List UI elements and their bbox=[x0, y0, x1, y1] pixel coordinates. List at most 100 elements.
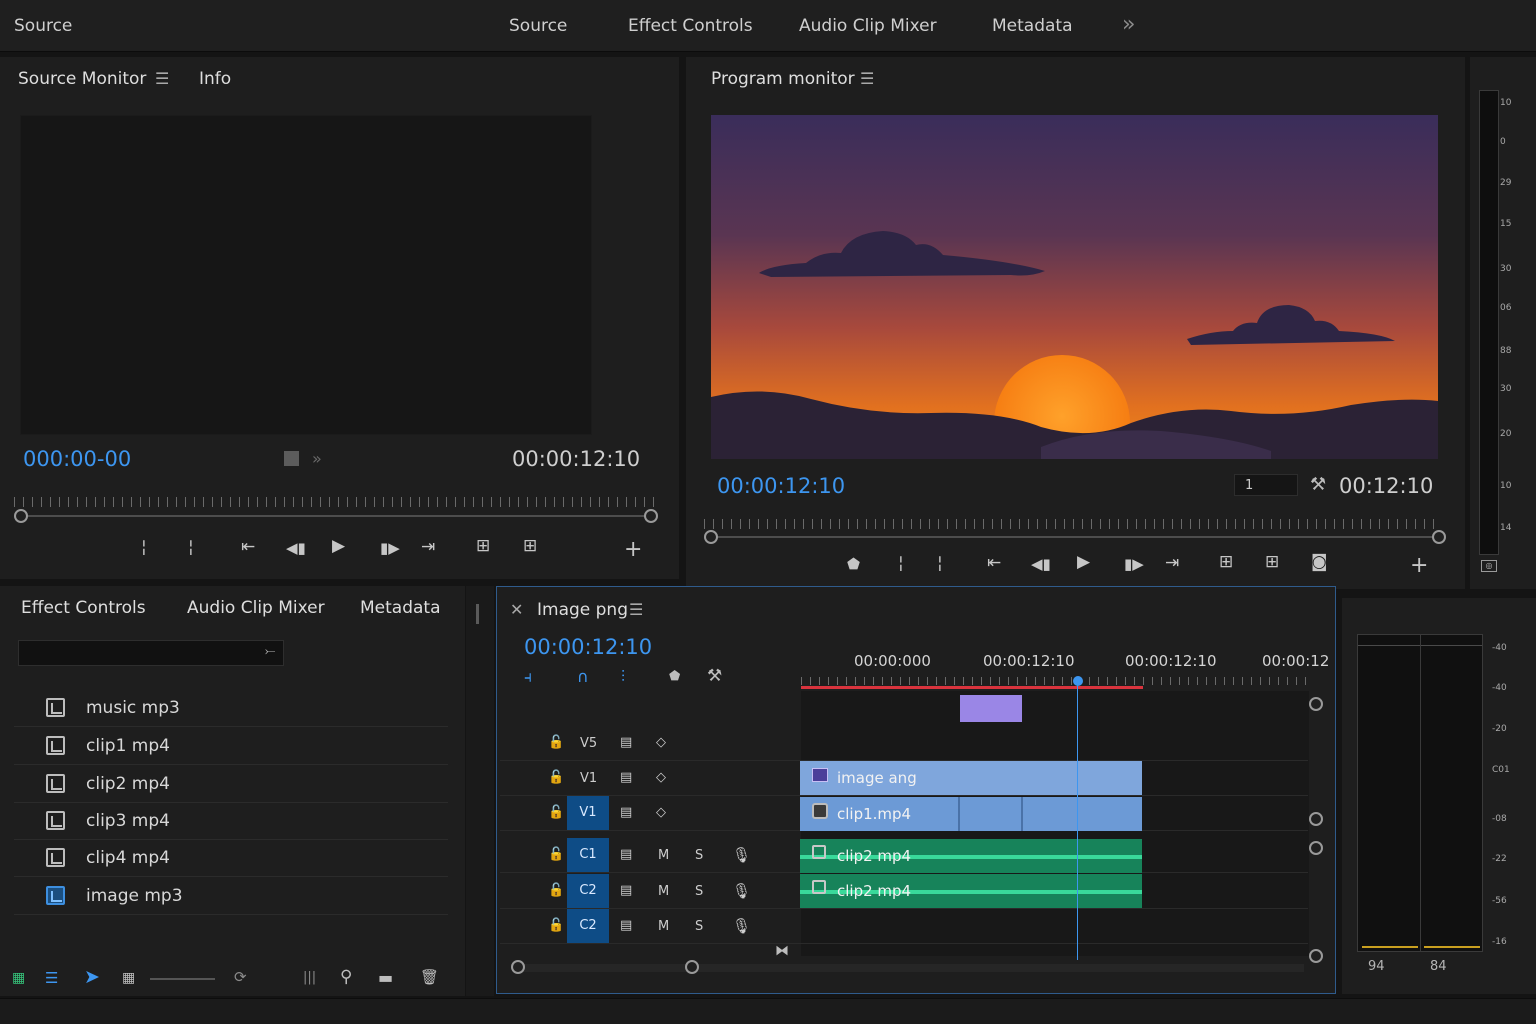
lock-track-icon[interactable]: 🔓 bbox=[548, 770, 564, 785]
image-clip[interactable]: image ang bbox=[800, 761, 1142, 795]
lock-track-icon[interactable]: 🔓 bbox=[548, 918, 564, 933]
source-scrub-end-handle[interactable] bbox=[644, 509, 658, 523]
snap-magnet-icon[interactable]: ∩ bbox=[577, 667, 589, 686]
play-icon[interactable]: ▶ bbox=[1077, 554, 1090, 571]
vertical-zoom-handle[interactable] bbox=[1309, 949, 1323, 963]
list-item[interactable]: clip1 mp4 bbox=[14, 728, 448, 765]
info-tab[interactable]: Info bbox=[199, 69, 231, 89]
source-video-viewport[interactable] bbox=[20, 115, 592, 435]
trash-icon[interactable]: 🗑 bbox=[420, 968, 439, 986]
microphone-icon[interactable]: 🎙 bbox=[732, 846, 751, 864]
timeline-settings-wrench-icon[interactable]: ⚒ bbox=[707, 666, 722, 686]
mute-button[interactable]: M bbox=[658, 848, 669, 863]
scroll-start-handle[interactable] bbox=[511, 960, 525, 974]
lock-track-icon[interactable]: 🔓 bbox=[548, 847, 564, 862]
search-submit-icon[interactable]: ⤚ bbox=[265, 644, 275, 659]
step-forward-icon[interactable]: ▮▶ bbox=[380, 541, 400, 556]
stop-icon[interactable] bbox=[284, 451, 299, 466]
lock-track-icon[interactable]: 🔓 bbox=[548, 883, 564, 898]
vertical-zoom-handle[interactable] bbox=[1309, 697, 1323, 711]
go-to-out-icon[interactable]: ⇥ bbox=[421, 539, 435, 556]
sort-icon[interactable]: ⟳ bbox=[234, 968, 247, 986]
list-item[interactable]: clip3 mp4 bbox=[14, 803, 448, 840]
timeline-timecode[interactable]: 00:00:12:10 bbox=[524, 635, 652, 659]
source-scrub-start-handle[interactable] bbox=[14, 509, 28, 523]
overflow-chevron-icon[interactable]: » bbox=[1122, 12, 1135, 37]
step-back-icon[interactable]: ◀▮ bbox=[286, 541, 306, 556]
program-panel-menu-icon[interactable]: ☰ bbox=[860, 69, 874, 88]
list-item[interactable]: image mp3 bbox=[14, 878, 448, 915]
zoom-slider[interactable] bbox=[150, 978, 215, 980]
solo-button[interactable]: S bbox=[695, 919, 703, 934]
nest-sequences-icon[interactable]: ⫞ bbox=[524, 667, 532, 687]
solo-button[interactable]: S bbox=[695, 884, 703, 899]
go-to-in-icon[interactable]: ⇤ bbox=[241, 539, 255, 556]
source-panel-menu-icon[interactable]: ☰ bbox=[155, 69, 169, 88]
audio-clip-mixer-tab[interactable]: Audio Clip Mixer bbox=[187, 598, 325, 618]
insert-icon[interactable]: ⊞ bbox=[476, 538, 490, 555]
toggle-sync-icon[interactable]: ▤ bbox=[620, 918, 632, 933]
source-timecode-in[interactable]: 000:00-00 bbox=[23, 447, 131, 471]
export-frame-camera-icon[interactable]: ◙ bbox=[1311, 554, 1328, 571]
meter-solo-icon[interactable]: ◎ bbox=[1481, 560, 1497, 572]
zoom-level-field[interactable]: 1 bbox=[1234, 474, 1298, 496]
timeline-ruler[interactable] bbox=[801, 677, 1309, 685]
microphone-icon[interactable]: 🎙 bbox=[732, 917, 751, 935]
list-item[interactable]: music mp3 bbox=[14, 690, 448, 727]
program-scrub-start-handle[interactable] bbox=[704, 530, 718, 544]
toggle-sync-icon[interactable]: ▤ bbox=[620, 847, 632, 862]
overwrite-icon[interactable]: ⊞ bbox=[523, 538, 537, 555]
microphone-icon[interactable]: 🎙 bbox=[732, 882, 751, 900]
purple-clip[interactable] bbox=[960, 695, 1022, 722]
effect-controls-tab[interactable]: Effect Controls bbox=[21, 598, 146, 618]
workspace-tab-source[interactable]: Source bbox=[509, 16, 567, 36]
timeline-horizontal-scrollbar[interactable] bbox=[514, 964, 1304, 972]
workspace-source-label[interactable]: Source bbox=[14, 16, 72, 36]
close-sequence-icon[interactable]: ✕ bbox=[510, 600, 523, 619]
step-forward-icon[interactable]: ▮▶ bbox=[1124, 557, 1144, 572]
workspace-tab-effect-controls[interactable]: Effect Controls bbox=[628, 16, 753, 36]
splitter-grip[interactable] bbox=[476, 604, 479, 624]
toggle-sync-icon[interactable]: ▤ bbox=[620, 735, 632, 750]
list-item[interactable]: clip2 mp4 bbox=[14, 766, 448, 803]
audio-clip-1[interactable]: clip2 mp4 bbox=[800, 839, 1142, 873]
source-time-ruler[interactable] bbox=[14, 497, 656, 507]
mute-button[interactable]: M bbox=[658, 919, 669, 934]
step-back-icon[interactable]: ◀▮ bbox=[1031, 557, 1051, 572]
search-input[interactable]: ⤚ bbox=[18, 640, 284, 666]
source-monitor-title[interactable]: Source Monitor bbox=[18, 69, 146, 89]
toggle-sync-icon[interactable]: ▤ bbox=[620, 883, 632, 898]
list-view-icon[interactable]: ▦ bbox=[12, 970, 25, 986]
track-target-button[interactable]: C1 bbox=[567, 838, 609, 872]
playhead-handle[interactable] bbox=[1073, 676, 1083, 686]
playhead-line[interactable] bbox=[1077, 684, 1078, 960]
mark-out-icon[interactable]: ¦ bbox=[937, 555, 943, 572]
program-scrub-end-handle[interactable] bbox=[1432, 530, 1446, 544]
work-area-bar[interactable] bbox=[801, 686, 1143, 689]
find-search-icon[interactable]: ⚲ bbox=[340, 967, 352, 987]
wrench-icon[interactable]: ⚒ bbox=[1310, 474, 1326, 495]
audio-clip-2[interactable]: clip2 mp4 bbox=[800, 874, 1142, 908]
sequence-tab[interactable]: Image png bbox=[537, 600, 628, 620]
extract-icon[interactable]: ⊞ bbox=[1265, 554, 1279, 571]
timeline-menu-icon[interactable]: ☰ bbox=[629, 600, 643, 619]
edit-point[interactable] bbox=[958, 797, 960, 831]
scroll-end-handle[interactable] bbox=[685, 960, 699, 974]
video-clip[interactable]: clip1.mp4 bbox=[800, 797, 1142, 831]
workspace-tab-metadata[interactable]: Metadata bbox=[992, 16, 1073, 36]
go-to-in-icon[interactable]: ⇤ bbox=[987, 555, 1001, 572]
source-scrub-bar[interactable] bbox=[22, 515, 652, 517]
track-target-button[interactable]: V1 bbox=[567, 796, 609, 830]
automate-to-sequence-icon[interactable]: ||| bbox=[303, 970, 316, 985]
lock-track-icon[interactable]: 🔓 bbox=[548, 735, 564, 750]
workspace-tab-audio-clip-mixer[interactable]: Audio Clip Mixer bbox=[799, 16, 937, 36]
mark-in-icon[interactable]: ¦ bbox=[141, 539, 147, 556]
keyframe-icon[interactable]: ◇ bbox=[656, 805, 666, 820]
panel-splitter[interactable] bbox=[466, 586, 494, 996]
add-button-icon[interactable]: + bbox=[1410, 555, 1428, 577]
lift-icon[interactable]: ⊞ bbox=[1219, 554, 1233, 571]
play-icon[interactable]: ▶ bbox=[332, 538, 345, 555]
solo-button[interactable]: S bbox=[695, 848, 703, 863]
go-to-out-icon[interactable]: ⇥ bbox=[1165, 555, 1179, 572]
mute-button[interactable]: M bbox=[658, 884, 669, 899]
